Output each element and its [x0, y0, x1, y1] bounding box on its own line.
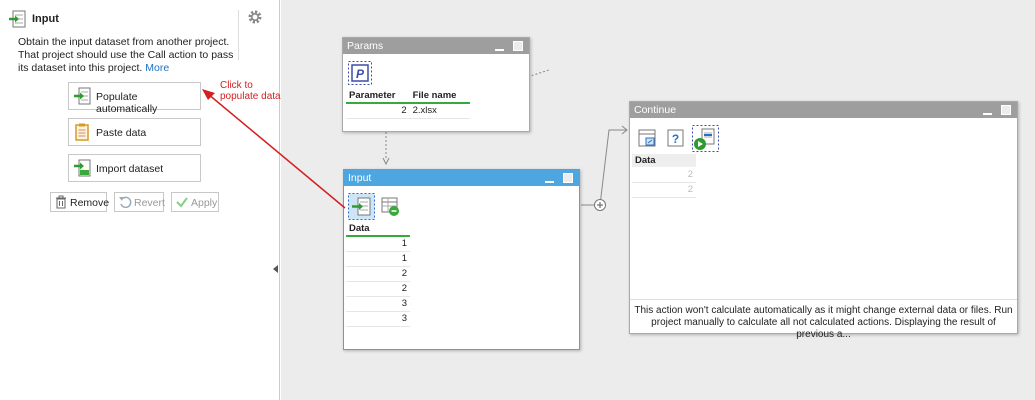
table-cell: 2 — [346, 266, 410, 282]
paste-data-button[interactable]: Paste data — [68, 118, 201, 146]
table-row: 2 — [632, 182, 696, 198]
populate-automatically-button[interactable]: Populate automatically — [68, 82, 201, 115]
table-cell: 2 — [632, 182, 696, 198]
table-row: 2 — [632, 167, 696, 183]
column-header: Data — [346, 222, 410, 237]
maximize-icon[interactable] — [513, 41, 523, 51]
table-cell: 1 — [346, 236, 410, 252]
params-node[interactable]: Params P Parameter File name 2 2.xlsx — [342, 37, 530, 132]
table-cell: 3 — [346, 311, 410, 327]
table-row: 2 — [346, 281, 410, 297]
apply-label: Apply — [191, 197, 218, 209]
maximize-icon[interactable] — [1001, 105, 1011, 115]
column-header: Data — [632, 154, 696, 167]
input-node-title: Input — [348, 172, 372, 184]
panel-header: Input — [8, 10, 240, 32]
maximize-icon[interactable] — [563, 173, 573, 183]
minimize-icon[interactable] — [495, 49, 504, 51]
continue-node[interactable]: Continue ? Data 2 2 This action won't ca… — [629, 101, 1018, 340]
help-question-icon[interactable]: ? — [667, 129, 685, 147]
params-title-bar[interactable]: Params — [343, 38, 529, 54]
revert-label: Revert — [134, 197, 165, 209]
gear-icon[interactable] — [247, 9, 263, 25]
input-data-table: Data 1 1 2 2 3 3 — [346, 222, 410, 327]
input-node[interactable]: Input Data 1 1 2 2 3 3 — [343, 169, 580, 350]
properties-panel: Input Obtain the input dataset from anot… — [0, 0, 280, 400]
description-text: Obtain the input dataset from another pr… — [18, 36, 234, 74]
populate-label: Populate automatically — [96, 91, 158, 115]
clipboard-icon — [73, 123, 91, 141]
import-dataset-button[interactable]: Import dataset — [68, 154, 201, 182]
calculation-message: This action won't calculate automaticall… — [634, 305, 1013, 340]
params-table: Parameter File name 2 2.xlsx — [346, 89, 470, 119]
link-table-icon[interactable] — [638, 129, 658, 149]
column-header: File name — [409, 89, 470, 104]
import-label: Import dataset — [96, 163, 164, 175]
minimize-icon[interactable] — [983, 113, 992, 115]
table-cell: 1 — [346, 251, 410, 267]
svg-text:P: P — [356, 67, 365, 81]
workflow-canvas[interactable]: Params P Parameter File name 2 2.xlsx In — [281, 0, 1035, 400]
input-arrow-icon — [8, 10, 26, 28]
node-divider — [630, 299, 1017, 300]
more-link[interactable]: More — [145, 62, 169, 74]
remove-button[interactable]: Remove — [50, 192, 110, 212]
continue-data-table: Data 2 2 — [632, 154, 696, 198]
table-cell: 2 — [346, 103, 410, 119]
undo-icon — [118, 195, 132, 209]
svg-text:?: ? — [672, 132, 679, 146]
panel-title: Input — [32, 13, 59, 25]
remove-label: Remove — [70, 197, 110, 209]
table-row: 2 — [346, 266, 410, 282]
parameter-icon[interactable]: P — [348, 61, 372, 85]
column-header: Parameter — [346, 89, 410, 104]
table-cell: 2 — [632, 167, 696, 183]
table-cell: 3 — [346, 296, 410, 312]
continue-title-bar[interactable]: Continue — [630, 102, 1017, 118]
checkmark-icon — [175, 195, 189, 209]
input-title-bar[interactable]: Input — [344, 170, 579, 186]
annotation-line: populate data — [220, 91, 281, 102]
collapse-panel-icon[interactable] — [273, 264, 279, 273]
table-row: 1 — [346, 251, 410, 267]
table-output-icon[interactable] — [380, 196, 402, 218]
paste-label: Paste data — [96, 127, 147, 139]
table-cell: 2 — [346, 281, 410, 297]
import-icon — [73, 159, 91, 177]
panel-description: Obtain the input dataset from another pr… — [18, 36, 240, 75]
populate-icon — [73, 87, 91, 105]
annotation-line: Click to — [220, 80, 253, 91]
apply-button[interactable]: Apply — [171, 192, 219, 212]
table-row: 3 — [346, 296, 410, 312]
run-call-icon[interactable] — [692, 125, 719, 152]
table-row: 2 2.xlsx — [346, 103, 470, 119]
table-row: 1 — [346, 236, 410, 252]
minimize-icon[interactable] — [545, 181, 554, 183]
annotation-text: Click to populate data — [220, 80, 281, 102]
params-node-title: Params — [347, 40, 384, 52]
input-action-icon[interactable] — [348, 193, 375, 220]
continue-node-title: Continue — [634, 104, 677, 116]
table-cell: 2.xlsx — [409, 103, 470, 119]
revert-button[interactable]: Revert — [114, 192, 165, 212]
table-row: 3 — [346, 311, 410, 327]
trash-icon — [54, 195, 68, 209]
